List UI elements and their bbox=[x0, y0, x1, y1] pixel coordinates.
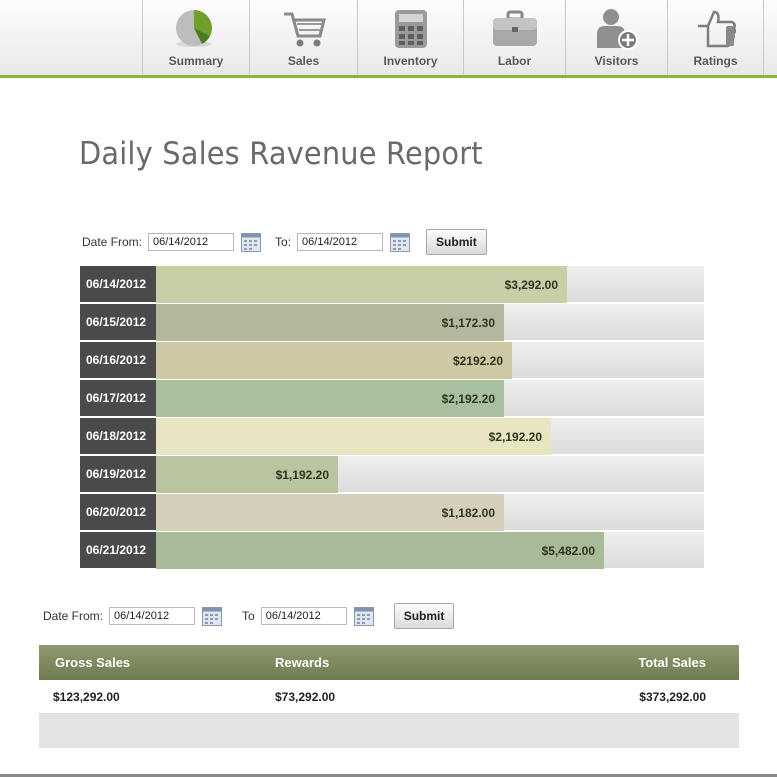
bar-date-label: 06/15/2012 bbox=[80, 304, 156, 341]
bar-date-label: 06/16/2012 bbox=[80, 342, 156, 379]
date-to-label: To bbox=[242, 609, 255, 623]
date-from-input[interactable] bbox=[148, 233, 235, 251]
sales-bar-row: 06/16/2012 $2192.20 bbox=[80, 342, 704, 380]
bar-track: $2,192.20 bbox=[156, 418, 704, 455]
bar-date-label: 06/21/2012 bbox=[80, 532, 156, 569]
date-filter-top: Date From: To: Submit bbox=[82, 229, 487, 255]
add-user-icon bbox=[596, 9, 638, 50]
bar-date-label: 06/14/2012 bbox=[80, 266, 156, 303]
bar-fill: $2,192.20 bbox=[156, 418, 551, 455]
shopping-cart-icon bbox=[283, 12, 326, 47]
bar-track: $3,292.00 bbox=[156, 266, 704, 303]
date-filter-bottom: Date From: To Submit bbox=[43, 603, 455, 629]
bar-fill: $2,192.20 bbox=[156, 380, 504, 417]
bar-fill: $3,292.00 bbox=[156, 266, 567, 303]
bar-date-label: 06/18/2012 bbox=[80, 418, 156, 455]
summary-table: Gross Sales Rewards Total Sales $123,292… bbox=[39, 645, 739, 748]
bar-value-label: $2,192.20 bbox=[441, 391, 495, 406]
bar-value-label: $1,192.20 bbox=[275, 467, 329, 482]
calendar-icon[interactable] bbox=[390, 232, 411, 252]
bar-value-label: $3,292.00 bbox=[504, 277, 558, 292]
total-sales-value: $373,292.00 bbox=[639, 689, 706, 704]
nav-tab-sales[interactable]: Sales bbox=[249, 0, 357, 75]
sales-bar-row: 06/15/2012 $1,172.30 bbox=[80, 304, 704, 342]
bar-fill: $1,192.20 bbox=[156, 456, 338, 493]
rewards-header: Rewards bbox=[275, 655, 330, 670]
gross-sales-value: $123,292.00 bbox=[53, 689, 120, 704]
summary-header: Gross Sales Rewards Total Sales bbox=[39, 645, 739, 680]
daily-sales-bars: 06/14/2012 $3,292.00 06/15/2012 $1,172.30 06… bbox=[80, 266, 704, 570]
bar-date-label: 06/19/2012 bbox=[80, 456, 156, 493]
bar-fill: $5,482.00 bbox=[156, 532, 604, 569]
submit-button[interactable]: Submit bbox=[393, 603, 455, 629]
bar-value-label: $2192.20 bbox=[452, 353, 503, 368]
date-to-label: To: bbox=[275, 235, 292, 249]
nav-label-inventory: Inventory bbox=[383, 54, 438, 68]
bar-value-label: $1,182.00 bbox=[441, 505, 495, 520]
sales-bar-row: 06/20/2012 $1,182.00 bbox=[80, 494, 704, 532]
bar-fill: $2192.20 bbox=[156, 342, 512, 379]
sales-bar-row: 06/18/2012 $2,192.20 bbox=[80, 418, 704, 456]
calendar-icon[interactable] bbox=[202, 606, 223, 626]
page-title: Daily Sales Ravenue Report bbox=[79, 136, 483, 172]
sales-bar-row: 06/21/2012 $5,482.00 bbox=[80, 532, 704, 570]
briefcase-icon bbox=[492, 10, 537, 46]
date-to-input[interactable] bbox=[297, 233, 384, 251]
bar-value-label: $2,192.20 bbox=[488, 429, 542, 444]
nav-label-sales: Sales bbox=[287, 54, 320, 68]
bar-track: $2,192.20 bbox=[156, 380, 704, 417]
bar-value-label: $5,482.00 bbox=[541, 543, 595, 558]
date-from-label: Date From: bbox=[43, 609, 104, 623]
bar-track: $5,482.00 bbox=[156, 532, 704, 569]
nav-tabs: Summary Sales Inventory Labor Visitors R… bbox=[142, 0, 764, 75]
pie-chart-icon bbox=[176, 10, 212, 47]
rewards-value: $73,292.00 bbox=[275, 689, 336, 704]
summary-empty-row bbox=[39, 713, 739, 748]
nav-label-visitors: Visitors bbox=[594, 54, 639, 68]
nav-tab-labor[interactable]: Labor bbox=[463, 0, 565, 75]
submit-button[interactable]: Submit bbox=[426, 229, 487, 255]
top-navigation: Summary Sales Inventory Labor Visitors R… bbox=[0, 0, 777, 78]
bar-fill: $1,172.30 bbox=[156, 304, 504, 341]
bar-date-label: 06/20/2012 bbox=[80, 494, 156, 531]
nav-label-summary: Summary bbox=[168, 54, 224, 68]
bar-date-label: 06/17/2012 bbox=[80, 380, 156, 417]
bar-track: $1,182.00 bbox=[156, 494, 704, 531]
nav-tab-visitors[interactable]: Visitors bbox=[565, 0, 667, 75]
summary-row: $123,292.00 $73,292.00 $373,292.00 bbox=[39, 680, 739, 713]
nav-tab-ratings[interactable]: Ratings bbox=[667, 0, 764, 75]
date-from-input[interactable] bbox=[109, 607, 196, 625]
nav-tab-inventory[interactable]: Inventory bbox=[357, 0, 463, 75]
bar-track: $2192.20 bbox=[156, 342, 704, 379]
date-from-label: Date From: bbox=[82, 235, 143, 249]
calendar-icon[interactable] bbox=[241, 232, 262, 252]
nav-label-ratings: Ratings bbox=[693, 54, 738, 68]
sales-bar-row: 06/17/2012 $2,192.20 bbox=[80, 380, 704, 418]
sales-bar-row: 06/19/2012 $1,192.20 bbox=[80, 456, 704, 494]
nav-tab-summary[interactable]: Summary bbox=[142, 0, 249, 75]
nav-label-labor: Labor bbox=[497, 54, 532, 68]
bar-value-label: $1,172.30 bbox=[441, 315, 495, 330]
date-to-input[interactable] bbox=[260, 607, 347, 625]
thumbs-up-icon bbox=[697, 10, 736, 48]
calendar-icon[interactable] bbox=[353, 606, 374, 626]
calculator-icon bbox=[394, 10, 427, 48]
sales-bar-row: 06/14/2012 $3,292.00 bbox=[80, 266, 704, 304]
bar-fill: $1,182.00 bbox=[156, 494, 504, 531]
bar-track: $1,192.20 bbox=[156, 456, 704, 493]
total-sales-header: Total Sales bbox=[638, 655, 706, 670]
bar-track: $1,172.30 bbox=[156, 304, 704, 341]
gross-sales-header: Gross Sales bbox=[55, 655, 131, 670]
